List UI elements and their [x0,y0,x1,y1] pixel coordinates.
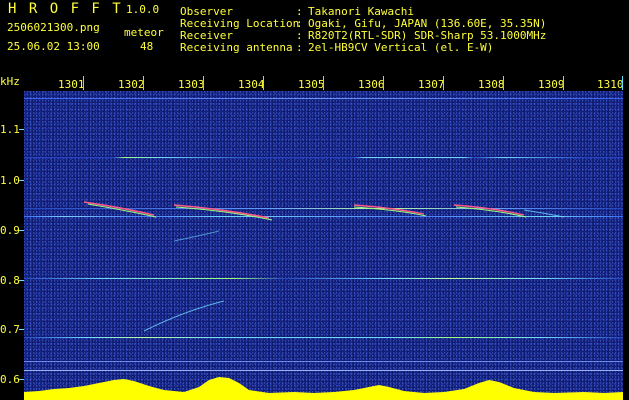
meteor-trace [523,209,565,218]
datetime: 25.06.02 13:00 [7,40,100,53]
meteor-trace [175,206,273,221]
x-tick-mark [443,76,444,90]
x-tick-label: 1309 [538,78,565,91]
meteor-trace [87,203,157,218]
x-tick-label: 1306 [358,78,385,91]
x-tick-label: 1302 [118,78,145,91]
x-tick-mark [203,76,204,90]
x-tick-label: 1305 [298,78,325,91]
x-tick-mark [83,76,84,90]
app-name: H R O F F T [8,1,123,17]
x-tick-label: 1304 [238,78,265,91]
y-tick-label: 0.8 [0,274,20,287]
meteor-trace [143,300,225,332]
meteor-trace [353,204,425,215]
meteor-traces [83,201,565,332]
y-tick-label: 0.6 [0,373,20,386]
info-value: 2el-HB9CV Vertical (el. E-W) [308,41,494,54]
x-tick-mark [383,76,384,90]
x-tick-mark [503,76,504,90]
x-tick-label: 1308 [478,78,505,91]
meteor-label: meteor [124,26,164,39]
x-tick-mark [263,76,264,90]
x-tick-mark [143,76,144,90]
x-tick-mark [323,76,324,90]
y-tick-label: 1.1 [0,123,20,136]
level-curve [24,377,623,400]
x-tick-label: 1303 [178,78,205,91]
x-tick-mark [622,76,623,90]
y-tick-label: 0.9 [0,224,20,237]
x-tick-label: 1307 [418,78,445,91]
info-separator: : [296,41,303,54]
app-version: 1.0.0 [126,3,160,16]
x-tick-mark [563,76,564,90]
signal-level-graph [24,377,623,400]
filename: 2506021300.png [7,21,100,34]
y-tick-label: 0.7 [0,323,20,336]
meteor-trace [173,230,220,242]
y-tick-label: 1.0 [0,174,20,187]
info-label: Receiving antenna [180,41,293,54]
header-panel: H R O F F T 1.0.0 2506021300.png meteor … [0,0,629,76]
meteor-trace [83,201,155,216]
spectrogram-plot [24,91,623,400]
y-unit-label: kHz [0,75,20,88]
x-tick-label: 1310 [597,78,624,91]
meteor-count: 48 [140,40,154,53]
x-tick-label: 1301 [58,78,85,91]
